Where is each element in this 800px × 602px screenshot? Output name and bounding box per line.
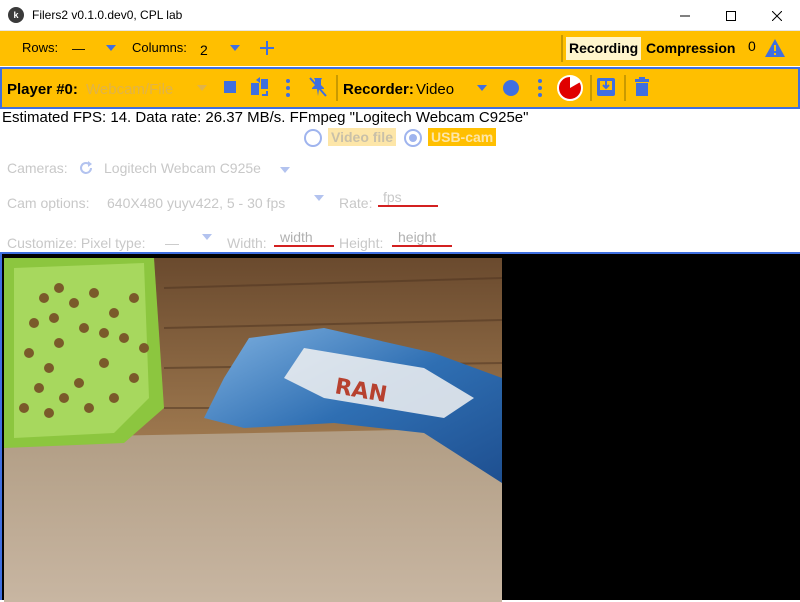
usb-cam-radio[interactable] [404, 129, 422, 147]
toolbar-divider [590, 75, 592, 101]
cam-options-label: Cam options: [7, 195, 90, 211]
plus-icon[interactable] [259, 40, 275, 56]
switch-camera-icon[interactable] [248, 76, 270, 98]
toolbar-divider [624, 75, 626, 101]
save-icon[interactable] [596, 77, 616, 97]
usb-cam-label[interactable]: USB-cam [428, 128, 497, 146]
camera-select[interactable]: Logitech Webcam C925e [104, 160, 261, 176]
minimize-icon [680, 15, 690, 16]
stop-icon[interactable] [224, 81, 236, 93]
customize-label: Customize: Pixel type: [7, 235, 146, 251]
record-icon[interactable] [503, 80, 519, 96]
columns-label: Columns: [132, 40, 187, 55]
warning-icon[interactable] [764, 38, 786, 58]
player-toolbar: Player #0: Webcam/File Recorder: Video [0, 67, 800, 109]
close-button[interactable] [754, 0, 800, 31]
video-file-label[interactable]: Video file [328, 128, 396, 146]
rate-input[interactable]: fps [378, 189, 438, 207]
cameras-label: Cameras: [7, 160, 68, 176]
warning-count: 0 [748, 38, 756, 54]
pin-off-icon[interactable] [308, 76, 328, 98]
camera-frame-image: RAN [4, 258, 502, 602]
width-label: Width: [227, 235, 267, 251]
source-dropdown-icon[interactable] [197, 85, 207, 91]
delete-icon[interactable] [634, 77, 650, 97]
source-select[interactable]: Webcam/File [86, 81, 173, 98]
width-input[interactable]: width [274, 229, 334, 247]
toolbar-divider [561, 35, 563, 62]
columns-select[interactable]: 2 [200, 42, 208, 58]
window-title: Filers2 v0.1.0.dev0, CPL lab [32, 8, 183, 22]
minimize-button[interactable] [662, 0, 708, 31]
rows-dropdown-icon[interactable] [106, 45, 116, 51]
pixel-type-select[interactable]: — [165, 235, 179, 251]
columns-dropdown-icon[interactable] [230, 45, 240, 51]
player-settings: Video file USB-cam Cameras: Logitech Web… [0, 109, 800, 252]
disk-usage-icon [557, 75, 583, 101]
rows-label: Rows: [22, 40, 59, 55]
recorder-label: Recorder: [343, 81, 414, 98]
close-icon [772, 10, 782, 21]
pixel-type-dropdown-icon[interactable] [202, 234, 212, 240]
refresh-icon[interactable] [78, 160, 94, 176]
video-display: RAN [0, 252, 800, 602]
recorder-dropdown-icon[interactable] [477, 85, 487, 91]
toolbar-divider [336, 75, 338, 101]
player-label: Player #0: [7, 81, 78, 98]
compression-button[interactable]: Compression [646, 40, 735, 56]
rows-select[interactable]: — [72, 41, 85, 56]
video-file-radio[interactable] [304, 129, 322, 147]
height-input[interactable]: height [392, 229, 452, 247]
window-controls [662, 0, 800, 31]
cam-options-select[interactable]: 640X480 yuyv422, 5 - 30 fps [107, 195, 285, 211]
maximize-icon [726, 10, 736, 21]
player-more-icon[interactable] [285, 78, 291, 98]
cam-options-dropdown-icon[interactable] [314, 195, 324, 201]
title-bar: k Filers2 v0.1.0.dev0, CPL lab [0, 0, 800, 31]
kivy-icon: k [8, 7, 24, 23]
maximize-button[interactable] [708, 0, 754, 31]
recorder-select[interactable]: Video [416, 81, 454, 98]
height-label: Height: [339, 235, 384, 251]
recording-button[interactable]: Recording [566, 37, 642, 60]
camera-dropdown-icon[interactable] [280, 167, 290, 173]
recorder-more-icon[interactable] [537, 78, 543, 98]
rate-label: Rate: [339, 195, 373, 211]
